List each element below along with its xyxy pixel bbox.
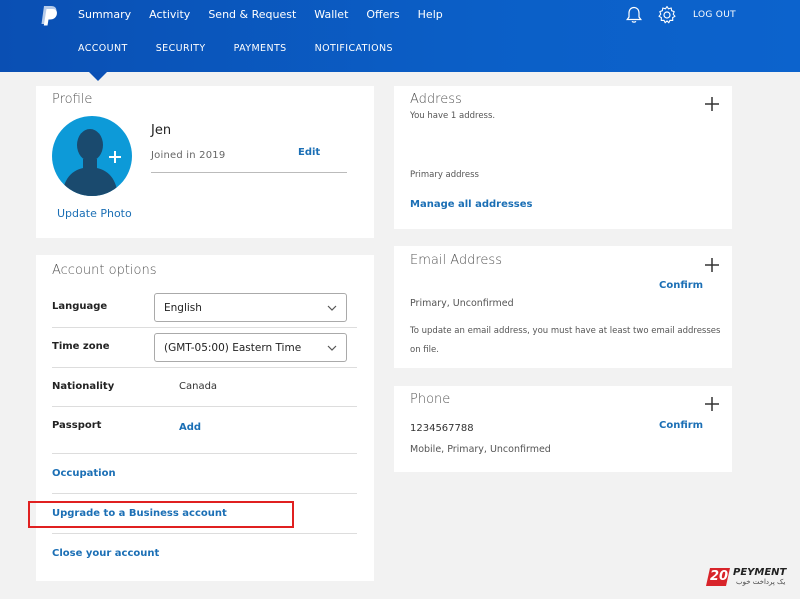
passport-label: Passport (52, 420, 102, 431)
add-address-icon[interactable] (705, 97, 719, 111)
email-status: Primary, Unconfirmed (410, 298, 514, 309)
close-account-link[interactable]: Close your account (52, 548, 159, 559)
edit-profile-link[interactable]: Edit (298, 147, 320, 158)
profile-divider (151, 172, 347, 173)
nav-help[interactable]: Help (418, 8, 443, 22)
watermark-number: 20 (710, 569, 729, 584)
row-divider (52, 493, 357, 494)
confirm-email-link[interactable]: Confirm (659, 280, 703, 291)
update-photo-link[interactable]: Update Photo (57, 207, 132, 220)
watermark-logo: 20 PEYMENT یک پرداخت خوب (706, 566, 792, 588)
nav-offers[interactable]: Offers (366, 8, 399, 22)
row-divider (52, 327, 357, 328)
watermark-tagline: یک پرداخت خوب (736, 578, 786, 586)
nationality-label: Nationality (52, 381, 115, 392)
nav-send-request[interactable]: Send & Request (208, 8, 296, 22)
avatar[interactable] (52, 116, 132, 196)
timezone-label: Time zone (52, 341, 110, 352)
phone-number: 1234567788 (410, 423, 474, 434)
profile-name: Jen (151, 123, 172, 138)
profile-title: Profile (52, 92, 93, 107)
phone-card: Phone Confirm 1234567788 Mobile, Primary… (394, 386, 732, 472)
bell-icon[interactable] (624, 5, 644, 25)
language-label: Language (52, 301, 108, 312)
row-divider (52, 533, 357, 534)
add-passport-link[interactable]: Add (179, 422, 201, 433)
account-options-card: Account options Language English Time zo… (36, 255, 374, 581)
phone-title: Phone (410, 392, 451, 407)
timezone-value: (GMT-05:00) Eastern Time (164, 342, 302, 354)
top-header: Summary Activity Send & Request Wallet O… (0, 0, 800, 72)
nationality-value: Canada (179, 381, 218, 392)
nav-summary[interactable]: Summary (78, 8, 131, 22)
manage-addresses-link[interactable]: Manage all addresses (410, 199, 533, 210)
tab-account[interactable]: ACCOUNT (78, 43, 128, 55)
main-nav: Summary Activity Send & Request Wallet O… (78, 8, 461, 22)
add-photo-icon[interactable] (108, 150, 122, 164)
add-email-icon[interactable] (705, 258, 719, 272)
paypal-logo-icon[interactable] (40, 5, 58, 27)
phone-status: Mobile, Primary, Unconfirmed (410, 444, 551, 455)
sub-nav: ACCOUNT SECURITY PAYMENTS NOTIFICATIONS (78, 43, 421, 55)
email-note: To update an email address, you must hav… (410, 326, 721, 355)
tab-payments[interactable]: PAYMENTS (234, 43, 287, 55)
active-tab-indicator (89, 72, 107, 81)
language-select[interactable]: English (154, 293, 347, 322)
address-title: Address (410, 92, 462, 107)
language-value: English (164, 302, 202, 314)
row-divider (52, 367, 357, 368)
primary-address-label: Primary address (410, 170, 479, 180)
nav-wallet[interactable]: Wallet (314, 8, 348, 22)
tab-security[interactable]: SECURITY (156, 43, 206, 55)
nav-activity[interactable]: Activity (149, 8, 190, 22)
add-phone-icon[interactable] (705, 397, 719, 411)
row-divider (52, 406, 357, 407)
address-card: Address You have 1 address. Primary addr… (394, 86, 732, 229)
profile-card: Profile Update Photo Jen Joined in 2019 … (36, 86, 374, 238)
confirm-phone-link[interactable]: Confirm (659, 420, 703, 431)
gear-icon[interactable] (657, 5, 677, 25)
timezone-select[interactable]: (GMT-05:00) Eastern Time (154, 333, 347, 362)
email-title: Email Address (410, 253, 502, 268)
highlight-box (28, 501, 294, 528)
occupation-link[interactable]: Occupation (52, 468, 116, 479)
row-divider (52, 453, 357, 454)
joined-date: Joined in 2019 (151, 150, 226, 161)
watermark-brand: PEYMENT (733, 567, 787, 578)
chevron-down-icon (327, 305, 337, 311)
email-card: Email Address Confirm Primary, Unconfirm… (394, 246, 732, 368)
address-count: You have 1 address. (410, 111, 496, 121)
account-options-title: Account options (52, 263, 157, 278)
logout-button[interactable]: LOG OUT (693, 10, 736, 20)
tab-notifications[interactable]: NOTIFICATIONS (315, 43, 393, 55)
chevron-down-icon (327, 345, 337, 351)
